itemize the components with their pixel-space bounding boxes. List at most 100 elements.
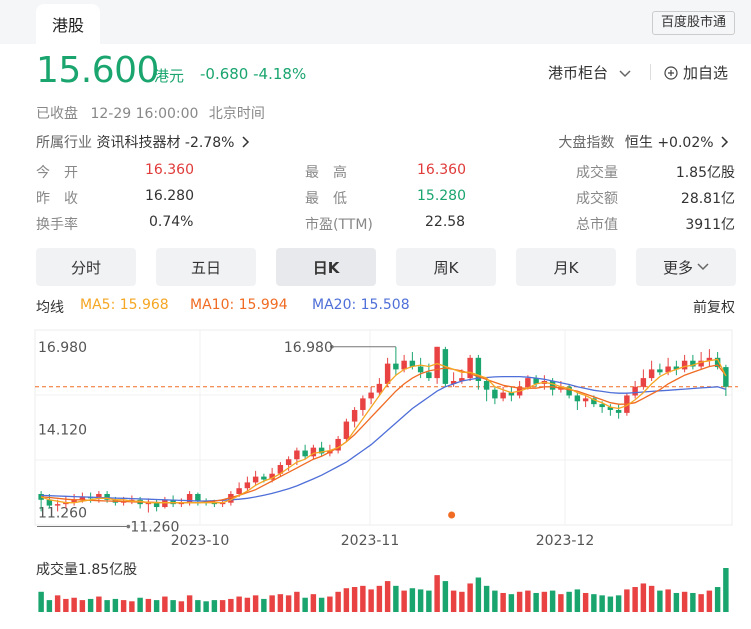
stat-value: 16.360	[145, 162, 194, 178]
volume-bar	[690, 592, 696, 612]
volume-bar	[170, 600, 176, 612]
volume-bar	[434, 575, 440, 612]
volume-bar	[294, 591, 300, 612]
candle-body	[681, 360, 688, 370]
volume-bar	[393, 585, 399, 612]
volume-bar	[120, 600, 127, 612]
stat-label: 昨 收	[36, 191, 78, 207]
event-marker-dot	[448, 511, 456, 519]
volume-bar	[269, 595, 275, 612]
volume-bar	[285, 595, 292, 612]
tab-more[interactable]: 更多	[636, 248, 736, 286]
baidu-stock-badge[interactable]: 百度股市通	[651, 11, 735, 35]
volume-bar	[640, 583, 647, 612]
volume-bar	[459, 591, 465, 612]
ma10-value: MA10: 15.994	[190, 297, 288, 313]
market-status: 已收盘 12-29 16:00:00 北京时间	[36, 103, 265, 123]
volume-bar	[706, 590, 713, 612]
tab-monthly-k[interactable]: 月K	[516, 248, 616, 286]
volume-bar	[71, 597, 77, 612]
x-axis-label: 2023-11	[341, 533, 400, 549]
volume-bar	[327, 596, 333, 612]
add-favorite-button[interactable]: 加自选	[664, 62, 728, 83]
candle-body	[368, 392, 374, 399]
candle-body	[599, 404, 605, 408]
volume-bar	[384, 581, 391, 612]
tab-weekly-k[interactable]: 周K	[396, 248, 496, 286]
volume-bar	[351, 587, 358, 612]
chevron-down-icon	[697, 263, 709, 271]
divider	[650, 64, 651, 80]
stat-label: 总市值	[576, 217, 618, 233]
volume-bar	[335, 591, 341, 612]
ma20-value: MA20: 15.508	[312, 297, 410, 313]
add-favorite-label: 加自选	[683, 64, 729, 82]
volume-bar	[162, 596, 168, 612]
candle-body	[393, 363, 399, 370]
volume-bar	[219, 600, 226, 612]
volume-bar	[252, 595, 259, 612]
tab-intraday[interactable]: 分时	[36, 248, 136, 286]
price-change: -0.680 -4.18%	[200, 65, 306, 83]
ma5-line	[40, 358, 727, 504]
volume-bar	[442, 581, 449, 612]
industry-link[interactable]: 所属行业 资讯科技器材 -2.78%	[36, 132, 250, 152]
volume-bar	[178, 601, 185, 612]
kline-chart[interactable]: 16.98014.12011.26016.98011.2602023-10 202…	[0, 320, 751, 629]
stat-value: 0.74%	[149, 214, 194, 230]
stat-value: 28.81亿	[680, 191, 735, 207]
candle-body	[54, 504, 61, 506]
volume-bar	[145, 598, 152, 612]
candle-body	[500, 392, 506, 399]
volume-bar	[409, 588, 416, 612]
volume-bar	[368, 589, 374, 612]
candle-body	[376, 383, 383, 393]
volume-bar	[607, 596, 614, 612]
candle-body	[285, 459, 292, 466]
stat-label: 今 开	[36, 165, 78, 181]
stat-value: 1.85亿股	[675, 165, 735, 181]
volume-bar	[195, 600, 201, 612]
volume-bar	[426, 590, 432, 612]
volume-bar	[46, 600, 53, 612]
volume-label: 成交量1.85亿股	[36, 561, 137, 578]
candle-body	[417, 366, 424, 373]
stat-label: 成交量	[576, 165, 618, 181]
volume-bar	[591, 594, 597, 612]
currency-selector[interactable]: 港币柜台	[548, 62, 631, 83]
industry-label: 所属行业	[36, 135, 92, 151]
candle-body	[615, 409, 622, 413]
volume-bar	[599, 595, 605, 612]
volume-bar	[261, 598, 267, 612]
market-index-link[interactable]: 大盘指数 恒生 +0.02%	[558, 132, 729, 152]
index-name: 恒生	[624, 135, 653, 151]
candle-body	[632, 386, 638, 396]
tab-daily-k[interactable]: 日K	[276, 248, 376, 286]
chart-frame	[34, 329, 733, 526]
volume-bar	[673, 592, 680, 612]
candle-body	[723, 367, 729, 387]
candle-body	[640, 378, 647, 387]
tab-hk-stocks[interactable]: 港股	[36, 4, 100, 44]
volume-bar	[236, 596, 242, 612]
volume-bar	[566, 591, 572, 612]
status-state: 已收盘	[36, 106, 78, 122]
stat-value: 16.280	[145, 188, 194, 204]
tab-five-day[interactable]: 五日	[156, 248, 256, 286]
volume-bar	[343, 588, 350, 612]
adjust-selector[interactable]: 前复权	[693, 297, 735, 317]
volume-bar	[277, 594, 284, 612]
volume-bar	[525, 590, 531, 612]
volume-bar	[665, 589, 671, 612]
candle-body	[302, 450, 308, 457]
stat-label: 最 低	[305, 191, 347, 207]
volume-bar	[63, 598, 69, 612]
volume-bar	[483, 585, 490, 612]
candle-body	[343, 421, 350, 439]
candle-body	[360, 398, 366, 410]
tab-more-label: 更多	[662, 258, 693, 277]
chevron-right-icon	[721, 136, 729, 148]
volume-bar	[318, 597, 325, 612]
volume-bar	[450, 590, 457, 612]
candle-body	[657, 369, 663, 373]
